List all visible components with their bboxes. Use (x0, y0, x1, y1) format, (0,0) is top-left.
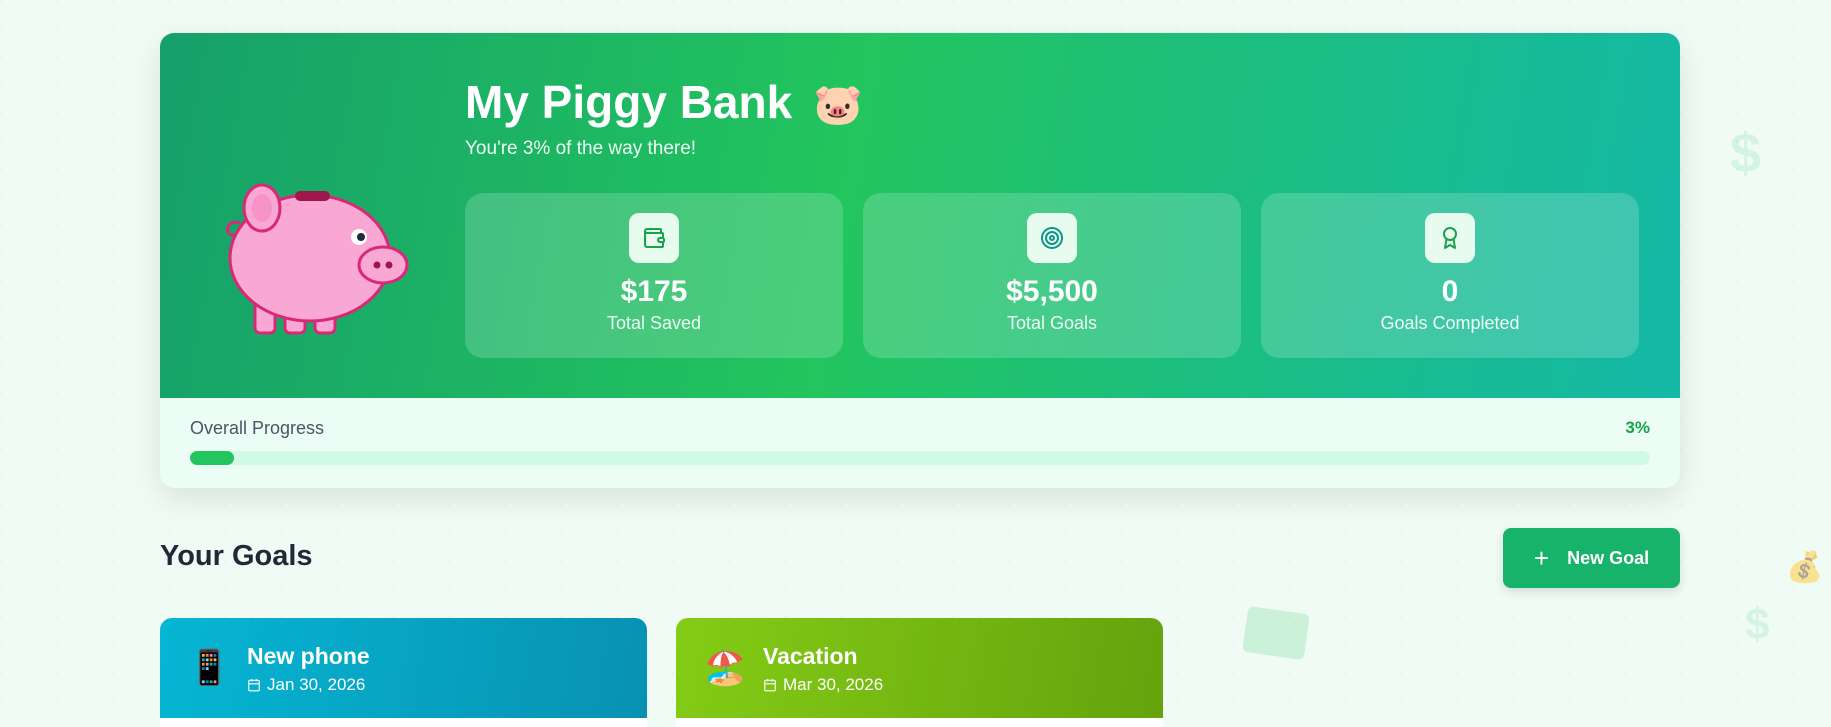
calendar-icon (248, 679, 260, 692)
calendar-icon (764, 679, 776, 692)
phone-icon: 📱 (188, 649, 231, 687)
goal-card-body (676, 718, 1163, 727)
page-title-text: My Piggy Bank (465, 76, 793, 128)
summary-card: My Piggy Bank 🐷 You're 3% of the way the… (160, 33, 1680, 488)
pig-emoji-icon: 🐷 (812, 83, 863, 127)
stat-card-total-saved: $175 Total Saved (465, 193, 843, 358)
progress-subtitle: You're 3% of the way there! (465, 138, 697, 159)
goal-card-header: 📱 New phone Jan 30, 2026 (160, 618, 647, 718)
stat-value: 0 (1441, 275, 1459, 308)
overall-progress-label: Overall Progress (190, 418, 325, 438)
overall-progress-value: 3% (1625, 418, 1650, 437)
money-bag-decoration-icon: 💰 (1786, 551, 1824, 584)
goal-card-vacation[interactable]: 🏖️ Vacation Mar 30, 2026 (676, 618, 1163, 727)
goal-date-text: Mar 30, 2026 (783, 675, 884, 694)
stat-label: Goals Completed (1380, 313, 1520, 333)
plus-icon: + (1533, 543, 1550, 573)
stat-value: $175 (620, 275, 688, 308)
dollar-decoration-icon: $ (1730, 121, 1762, 184)
banknote-decoration-icon (1242, 605, 1310, 661)
stat-value: $5,500 (1006, 275, 1098, 308)
goal-date: Mar 30, 2026 (763, 675, 883, 695)
goal-name: Vacation (763, 643, 858, 669)
stat-label: Total Goals (1006, 313, 1098, 333)
goals-section-title: Your Goals (160, 540, 313, 572)
goal-date: Jan 30, 2026 (247, 675, 365, 695)
goal-card-new-phone[interactable]: 📱 New phone Jan 30, 2026 (160, 618, 647, 727)
progress-bar (190, 451, 1650, 465)
award-icon (1425, 213, 1475, 263)
stat-label: Total Saved (606, 313, 702, 333)
stat-card-total-goals: $5,500 Total Goals (863, 193, 1241, 358)
overall-progress: Overall Progress 3% (190, 418, 1650, 465)
piggy-illustration-icon (226, 183, 409, 335)
progress-bar-fill (190, 451, 234, 465)
hero-banner: My Piggy Bank 🐷 You're 3% of the way the… (160, 33, 1680, 398)
wallet-icon (629, 213, 679, 263)
goal-card-body (160, 718, 647, 727)
dollar-decoration-icon: $ (1745, 600, 1770, 649)
page-title: My Piggy Bank 🐷 (465, 73, 863, 133)
goal-name: New phone (247, 643, 370, 669)
goal-card-header: 🏖️ Vacation Mar 30, 2026 (676, 618, 1163, 718)
goal-date-text: Jan 30, 2026 (267, 675, 366, 694)
stat-card-goals-completed: 0 Goals Completed (1261, 193, 1639, 358)
new-goal-label: New Goal (1567, 547, 1650, 568)
new-goal-button[interactable]: + New Goal (1503, 528, 1680, 588)
target-icon (1027, 213, 1077, 263)
beach-umbrella-icon: 🏖️ (704, 649, 747, 687)
